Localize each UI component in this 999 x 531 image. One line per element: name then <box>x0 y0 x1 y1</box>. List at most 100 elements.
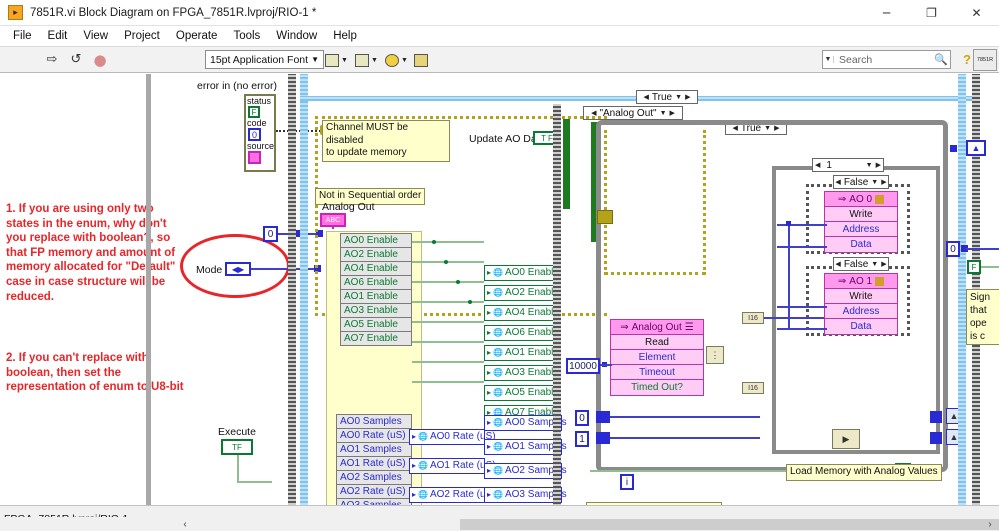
reorder-objects-icon[interactable] <box>414 50 428 70</box>
io-node-chip[interactable]: ▸ 🌐 AO3 Enable <box>484 365 560 381</box>
resize-objects-icon[interactable]: ▼ <box>385 50 408 70</box>
increment-function-icon[interactable]: ▶ <box>832 429 860 449</box>
scrollbar-thumb[interactable] <box>460 518 999 530</box>
ao0-write-node[interactable]: ⇒ AO 0 Write Address Data <box>824 191 898 253</box>
menu-file[interactable]: File <box>5 28 40 44</box>
globe-icon: 🌐 <box>493 348 503 357</box>
globe-icon: 🌐 <box>493 368 503 377</box>
case-selector-analog-out-label: "Analog Out" <box>599 107 657 119</box>
menu-view[interactable]: View <box>75 28 116 44</box>
minimize-button[interactable]: ─ <box>864 0 909 26</box>
chevron-right-icon[interactable]: ▶ <box>881 260 886 268</box>
plate-item: AO2 Enable <box>340 247 412 262</box>
zero-constant[interactable]: 0 <box>263 226 278 242</box>
io-node-chip[interactable]: ▸ 🌐 AO0 Enable <box>484 265 560 281</box>
right-home-terminal[interactable]: ▲ <box>966 140 986 156</box>
case-selector-index-one[interactable]: ◀ 1 ▼ ▶ <box>812 158 884 172</box>
fifo-timeout-terminal[interactable]: Timeout <box>611 365 703 380</box>
menu-project[interactable]: Project <box>116 28 168 44</box>
menu-window[interactable]: Window <box>268 28 325 44</box>
io-node-chip[interactable]: ▸ 🌐 AO0 Samples <box>484 415 567 431</box>
loop-constant-zero[interactable]: 0 <box>575 410 589 426</box>
chevron-right-icon[interactable]: ▶ <box>670 109 675 117</box>
chevron-down-icon[interactable]: ▼ <box>675 94 682 101</box>
io-node-chip[interactable]: ▸ 🌐 AO2 Rate (uS) <box>409 487 496 503</box>
run-arrow-icon[interactable]: ⇨ <box>42 50 62 70</box>
error-code-terminal[interactable]: 0 <box>248 128 261 141</box>
right-zero-constant[interactable]: 0 <box>946 241 960 257</box>
ao1-address-terminal[interactable]: Address <box>825 304 897 319</box>
chevron-down-icon[interactable]: ▼ <box>660 110 667 117</box>
close-button[interactable]: ✕ <box>954 0 999 26</box>
io-node-chip[interactable]: ▸ 🌐 AO1 Rate (uS) <box>409 458 496 474</box>
menu-help[interactable]: Help <box>325 28 365 44</box>
magnifier-icon[interactable]: 🔍 <box>932 53 950 66</box>
loop-constant-one[interactable]: 1 <box>575 431 589 447</box>
menu-edit[interactable]: Edit <box>40 28 76 44</box>
number-conversion-icon-b[interactable]: I16 <box>742 382 764 394</box>
io-node-chip[interactable]: ▸ 🌐 AO6 Enable <box>484 325 560 341</box>
io-node-chip[interactable]: ▸ 🌐 AO2 Samples <box>484 463 567 479</box>
analog-out-enum-terminal[interactable]: ABC <box>320 213 346 227</box>
scroll-left-arrow[interactable]: ‹ <box>178 519 192 530</box>
chevron-left-icon[interactable]: ◀ <box>644 93 649 101</box>
scroll-right-arrow[interactable]: › <box>983 519 997 530</box>
abort-execution-icon[interactable]: ● <box>90 50 110 70</box>
chevron-left-icon[interactable]: ◀ <box>835 260 840 268</box>
io-node-label: AO4 Enable <box>504 307 559 318</box>
search-input[interactable]: ▼ Search 🔍 <box>822 50 951 69</box>
mode-enum-terminal[interactable]: ◀▶ <box>225 262 251 276</box>
fifo-element-terminal[interactable]: Element <box>611 350 703 365</box>
ao1-data-terminal[interactable]: Data <box>825 319 897 334</box>
menu-tools[interactable]: Tools <box>225 28 268 44</box>
io-node-chip[interactable]: ▸ 🌐 AO1 Samples <box>484 439 567 455</box>
io-node-chip[interactable]: ▸ 🌐 AO2 Enable <box>484 285 560 301</box>
timeout-constant[interactable]: 10000 <box>566 358 600 374</box>
ao0-data-terminal[interactable]: Data <box>825 237 897 252</box>
analog-out-fifo-node[interactable]: ⇒ Analog Out ☰ Read Element Timeout Time… <box>610 319 704 396</box>
error-source-terminal[interactable] <box>248 151 261 164</box>
target-button[interactable]: 7851R <box>973 49 997 71</box>
ao0-address-terminal[interactable]: Address <box>825 222 897 237</box>
align-objects-icon[interactable]: ▼ <box>325 50 348 70</box>
execute-terminal[interactable]: TF <box>221 439 253 455</box>
block-diagram-canvas[interactable]: 1. If you are using only two states in t… <box>0 74 999 505</box>
case-selector-false-b[interactable]: ◀ False ▼ ▶ <box>833 257 889 271</box>
chevron-down-icon[interactable]: ▼ <box>871 179 878 186</box>
case-selector-outer-true[interactable]: ◀ True ▼ ▶ <box>636 90 698 104</box>
chevron-right-icon[interactable]: ▶ <box>881 178 886 186</box>
annotation-note-2: 2. If you can't replace with boolean, th… <box>6 352 184 394</box>
io-node-chip[interactable]: ▸ 🌐 AO1 Enable <box>484 345 560 361</box>
chevron-left-icon[interactable]: ◀ <box>835 178 840 186</box>
fifo-timedout-terminal[interactable]: Timed Out? <box>611 380 703 395</box>
context-help-icon[interactable]: ? <box>963 52 971 67</box>
fifo-method-read: Read <box>611 335 703 350</box>
io-node-label: AO1 Enable <box>504 347 559 358</box>
menu-operate[interactable]: Operate <box>168 28 226 44</box>
io-node-chip[interactable]: ▸ 🌐 AO4 Enable <box>484 305 560 321</box>
io-node-chip[interactable]: ▸ 🌐 AO5 Enable <box>484 385 560 401</box>
run-continuously-icon[interactable]: ↺ <box>66 50 86 70</box>
error-status-terminal[interactable]: F <box>248 106 260 118</box>
horizontal-scrollbar[interactable]: ‹ › <box>0 517 999 531</box>
node-arrow-icon: ▸ <box>412 461 417 470</box>
split-number-icon[interactable]: ⋮ <box>706 346 724 364</box>
ao1-write-node[interactable]: ⇒ AO 1 Write Address Data <box>824 273 898 335</box>
io-node-chip[interactable]: ▸ 🌐 AO0 Rate (uS) <box>409 429 496 445</box>
chevron-right-icon[interactable]: ▶ <box>685 93 690 101</box>
io-node-chip[interactable]: ▸ 🌐 AO3 Samples <box>484 487 567 503</box>
right-bool-terminal[interactable]: F <box>967 260 981 274</box>
menu-bar: File Edit View Project Operate Tools Win… <box>0 26 999 47</box>
tunnel-column-a <box>563 119 570 209</box>
maximize-button[interactable]: ❐ <box>909 0 954 26</box>
chevron-right-icon[interactable]: ▶ <box>876 161 881 169</box>
search-dropdown-icon[interactable]: ▼ <box>823 56 834 63</box>
number-conversion-icon-a[interactable]: I16 <box>742 312 764 324</box>
case-selector-false-a[interactable]: ◀ False ▼ ▶ <box>833 175 889 189</box>
distribute-objects-icon[interactable]: ▼ <box>355 50 378 70</box>
chevron-down-icon[interactable]: ▼ <box>866 162 873 169</box>
font-selector[interactable]: 15pt Application Font ▼ <box>205 50 324 69</box>
chevron-down-icon[interactable]: ▼ <box>871 261 878 268</box>
chevron-left-icon[interactable]: ◀ <box>815 161 820 169</box>
error-in-cluster[interactable]: status F code 0 source <box>244 94 276 172</box>
